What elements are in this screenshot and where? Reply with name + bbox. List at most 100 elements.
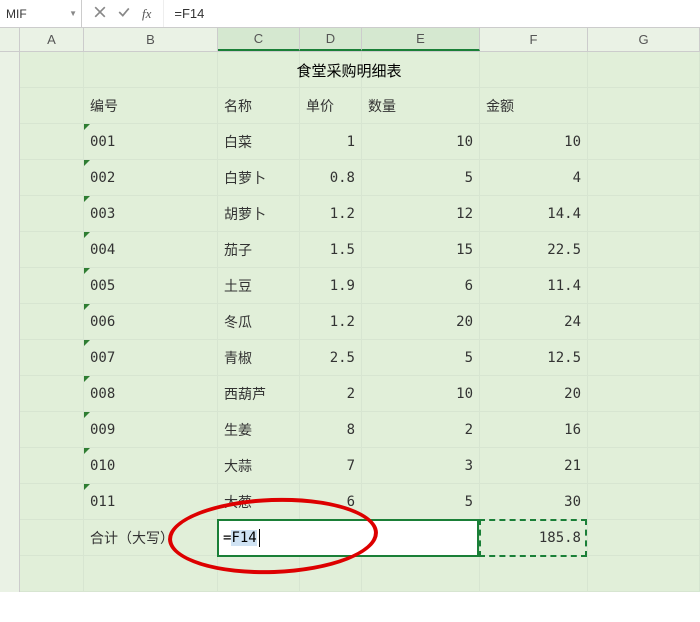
cell-price[interactable]: 0.8 bbox=[300, 160, 362, 196]
cell[interactable] bbox=[588, 88, 700, 124]
cell[interactable] bbox=[480, 52, 588, 88]
column-header-a[interactable]: A bbox=[20, 28, 84, 51]
row-header[interactable] bbox=[0, 124, 20, 160]
row-header[interactable] bbox=[0, 160, 20, 196]
cell-name[interactable]: 土豆 bbox=[218, 268, 300, 304]
row-header[interactable] bbox=[0, 448, 20, 484]
cell-amount[interactable]: 4 bbox=[480, 160, 588, 196]
cell-price[interactable]: 1.2 bbox=[300, 196, 362, 232]
cell-qty[interactable]: 5 bbox=[362, 484, 480, 520]
column-header-g[interactable]: G bbox=[588, 28, 700, 51]
total-label[interactable]: 合计（大写） bbox=[84, 520, 218, 556]
cell-id[interactable]: 008 bbox=[84, 376, 218, 412]
cell[interactable] bbox=[20, 520, 84, 556]
dropdown-icon[interactable]: ▼ bbox=[69, 9, 77, 18]
cell-name[interactable]: 白菜 bbox=[218, 124, 300, 160]
cell-qty[interactable]: 3 bbox=[362, 448, 480, 484]
header-price[interactable]: 单价 bbox=[300, 88, 362, 124]
cell[interactable] bbox=[588, 196, 700, 232]
cell[interactable] bbox=[362, 556, 480, 592]
cell[interactable] bbox=[588, 520, 700, 556]
cell-id[interactable]: 007 bbox=[84, 340, 218, 376]
cell-name[interactable]: 冬瓜 bbox=[218, 304, 300, 340]
cell[interactable] bbox=[20, 52, 84, 88]
row-header[interactable] bbox=[0, 232, 20, 268]
cancel-icon[interactable] bbox=[94, 6, 106, 21]
cell-amount[interactable]: 30 bbox=[480, 484, 588, 520]
header-name[interactable]: 名称 bbox=[218, 88, 300, 124]
cell-name[interactable]: 大蒜 bbox=[218, 448, 300, 484]
fx-icon[interactable]: fx bbox=[142, 6, 151, 22]
cell[interactable] bbox=[20, 88, 84, 124]
cell-amount[interactable]: 24 bbox=[480, 304, 588, 340]
column-header-f[interactable]: F bbox=[480, 28, 588, 51]
cell-id[interactable]: 003 bbox=[84, 196, 218, 232]
total-amount[interactable]: 185.8 bbox=[480, 520, 588, 556]
cell[interactable] bbox=[588, 556, 700, 592]
cell-name[interactable]: 茄子 bbox=[218, 232, 300, 268]
name-box[interactable]: MIF ▼ bbox=[0, 0, 82, 27]
row-header[interactable] bbox=[0, 520, 20, 556]
cell-price[interactable]: 8 bbox=[300, 412, 362, 448]
cell[interactable] bbox=[588, 412, 700, 448]
cell[interactable] bbox=[20, 232, 84, 268]
cell-qty[interactable]: 5 bbox=[362, 160, 480, 196]
cell[interactable] bbox=[588, 52, 700, 88]
cell[interactable] bbox=[20, 484, 84, 520]
row-header[interactable] bbox=[0, 376, 20, 412]
cell-amount[interactable]: 22.5 bbox=[480, 232, 588, 268]
cell-name[interactable]: 生姜 bbox=[218, 412, 300, 448]
cell-qty[interactable]: 10 bbox=[362, 376, 480, 412]
cell-name[interactable]: 胡萝卜 bbox=[218, 196, 300, 232]
cell[interactable] bbox=[588, 268, 700, 304]
cell-amount[interactable]: 12.5 bbox=[480, 340, 588, 376]
cell[interactable] bbox=[20, 376, 84, 412]
cell-price[interactable]: 1.9 bbox=[300, 268, 362, 304]
cell[interactable] bbox=[588, 124, 700, 160]
cell-price[interactable]: 2.5 bbox=[300, 340, 362, 376]
grid-body[interactable]: 食堂采购明细表编号名称单价数量金额001白菜11010002白萝卜0.85400… bbox=[0, 52, 700, 592]
cell-qty[interactable]: 12 bbox=[362, 196, 480, 232]
row-header[interactable] bbox=[0, 556, 20, 592]
cell-id[interactable]: 010 bbox=[84, 448, 218, 484]
cell-price[interactable]: 1.2 bbox=[300, 304, 362, 340]
cell-amount[interactable]: 20 bbox=[480, 376, 588, 412]
cell-id[interactable]: 002 bbox=[84, 160, 218, 196]
cell-id[interactable]: 006 bbox=[84, 304, 218, 340]
cell[interactable] bbox=[588, 304, 700, 340]
row-header[interactable] bbox=[0, 484, 20, 520]
column-header-c[interactable]: C bbox=[218, 28, 300, 51]
cell-amount[interactable]: 10 bbox=[480, 124, 588, 160]
cell-price[interactable]: 2 bbox=[300, 376, 362, 412]
row-header[interactable] bbox=[0, 304, 20, 340]
cell[interactable] bbox=[300, 556, 362, 592]
cell-qty[interactable]: 10 bbox=[362, 124, 480, 160]
header-amount[interactable]: 金额 bbox=[480, 88, 588, 124]
cell-id[interactable]: 009 bbox=[84, 412, 218, 448]
cell[interactable] bbox=[218, 556, 300, 592]
cell-qty[interactable]: 20 bbox=[362, 304, 480, 340]
accept-icon[interactable] bbox=[118, 6, 130, 21]
cell-amount[interactable]: 11.4 bbox=[480, 268, 588, 304]
cell-amount[interactable]: 16 bbox=[480, 412, 588, 448]
row-header[interactable] bbox=[0, 340, 20, 376]
column-header-e[interactable]: E bbox=[362, 28, 480, 51]
cell[interactable] bbox=[84, 52, 218, 88]
cell-qty[interactable]: 15 bbox=[362, 232, 480, 268]
cell-name[interactable]: 西葫芦 bbox=[218, 376, 300, 412]
cell-price[interactable]: 7 bbox=[300, 448, 362, 484]
cell[interactable] bbox=[588, 376, 700, 412]
select-all-corner[interactable] bbox=[0, 28, 20, 51]
cell-name[interactable]: 白萝卜 bbox=[218, 160, 300, 196]
row-header[interactable] bbox=[0, 412, 20, 448]
cell[interactable] bbox=[588, 160, 700, 196]
cell-name[interactable]: 大葱 bbox=[218, 484, 300, 520]
header-qty[interactable]: 数量 bbox=[362, 88, 480, 124]
cell-amount[interactable]: 21 bbox=[480, 448, 588, 484]
cell[interactable] bbox=[588, 340, 700, 376]
cell-id[interactable]: 011 bbox=[84, 484, 218, 520]
cell-amount[interactable]: 14.4 bbox=[480, 196, 588, 232]
cell-price[interactable]: 6 bbox=[300, 484, 362, 520]
column-header-d[interactable]: D bbox=[300, 28, 362, 51]
cell-id[interactable]: 005 bbox=[84, 268, 218, 304]
